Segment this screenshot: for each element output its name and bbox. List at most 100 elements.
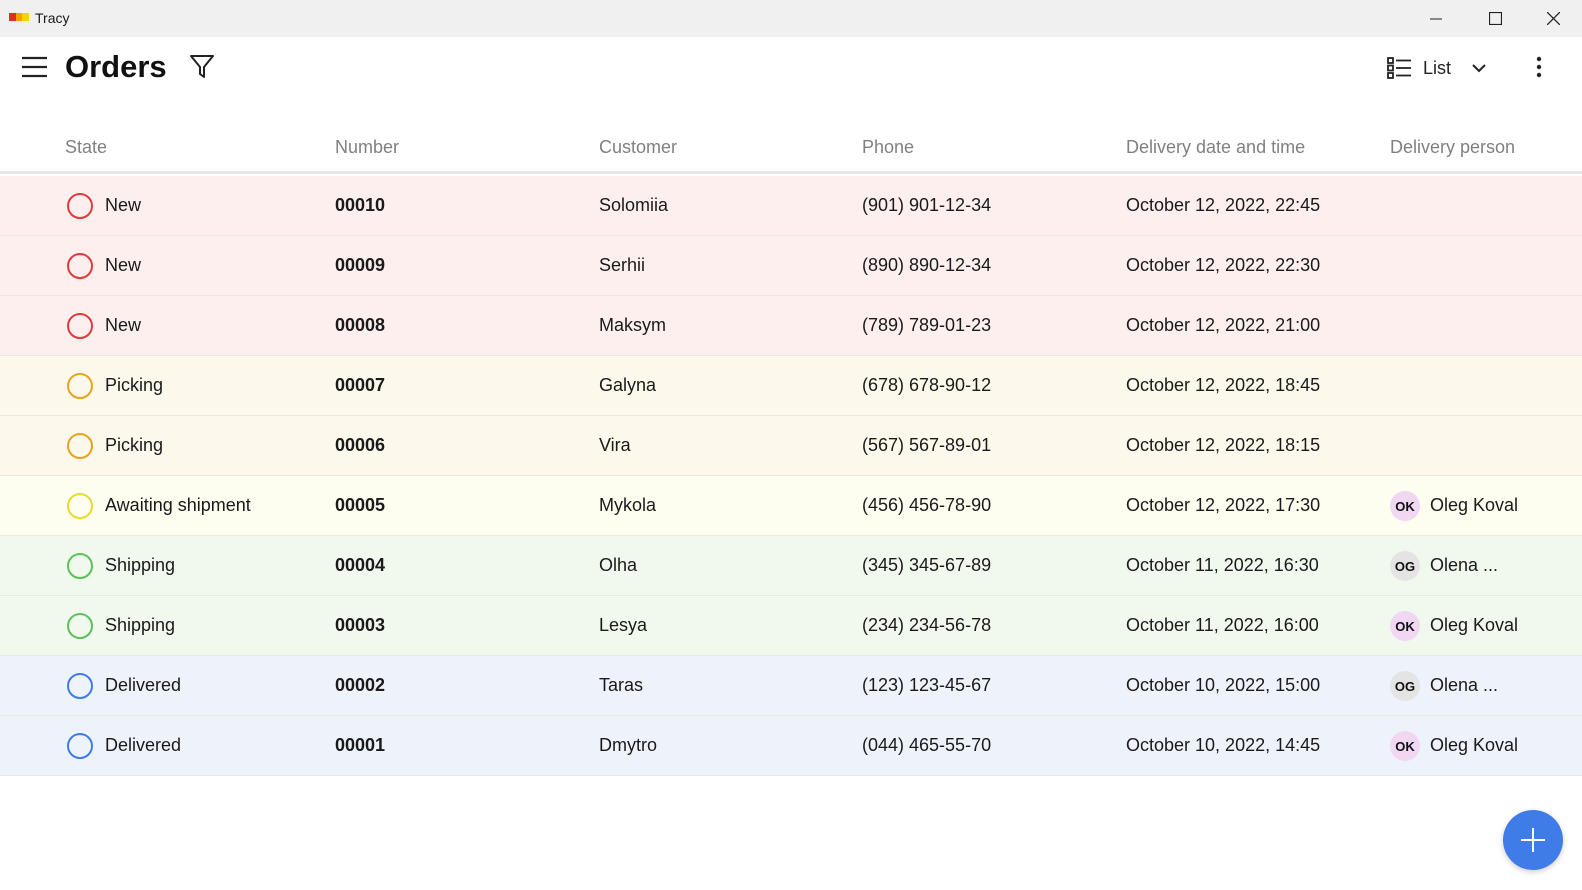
delivery-person-name: Olena ... xyxy=(1430,675,1499,695)
delivery-date: October 10, 2022, 14:45 xyxy=(1126,735,1321,755)
state-label: Shipping xyxy=(105,555,176,575)
table-row[interactable]: New 00010 Solomiia (901) 901-12-34 Octob… xyxy=(0,176,1582,236)
customer-name: Vira xyxy=(599,435,631,455)
delivery-date: October 10, 2022, 15:00 xyxy=(1126,675,1321,695)
list-view-icon xyxy=(1387,57,1411,79)
state-label: New xyxy=(105,255,142,275)
delivery-date: October 12, 2022, 18:15 xyxy=(1126,435,1321,455)
more-vertical-icon xyxy=(1536,56,1542,78)
delivery-date: October 11, 2022, 16:00 xyxy=(1126,615,1319,635)
maximize-button[interactable] xyxy=(1466,0,1524,37)
minimize-icon xyxy=(1430,18,1442,19)
order-number: 00010 xyxy=(335,195,386,215)
delivery-person-name: Oleg Koval xyxy=(1430,615,1519,635)
add-order-button[interactable] xyxy=(1503,810,1563,870)
column-header-customer[interactable]: Customer xyxy=(599,137,677,158)
column-header-delivery-person[interactable]: Delivery person xyxy=(1390,137,1515,158)
phone-number: (789) 789-01-23 xyxy=(862,315,992,335)
customer-name: Serhii xyxy=(599,255,646,275)
state-circle-icon xyxy=(67,613,93,639)
order-number: 00004 xyxy=(335,555,386,575)
delivery-date: October 12, 2022, 22:45 xyxy=(1126,195,1321,215)
state-label: Delivered xyxy=(105,735,182,755)
state-label: Picking xyxy=(105,375,164,395)
customer-name: Dmytro xyxy=(599,735,657,755)
table-row[interactable]: Shipping 00003 Lesya (234) 234-56-78 Oct… xyxy=(0,596,1582,656)
close-icon xyxy=(1546,12,1560,25)
state-circle-icon xyxy=(67,313,93,339)
avatar: OK xyxy=(1390,611,1420,641)
app-bar: Orders List xyxy=(0,37,1582,97)
state-circle-icon xyxy=(67,193,93,219)
window-titlebar: Tracy xyxy=(0,0,1582,37)
table-row[interactable]: Shipping 00004 Olha (345) 345-67-89 Octo… xyxy=(0,536,1582,596)
state-label: Awaiting shipment xyxy=(105,495,251,515)
state-label: New xyxy=(105,315,142,335)
table-row[interactable]: Delivered 00001 Dmytro (044) 465-55-70 O… xyxy=(0,716,1582,776)
avatar: OK xyxy=(1390,731,1420,761)
phone-number: (345) 345-67-89 xyxy=(862,555,992,575)
table-row[interactable]: New 00008 Maksym (789) 789-01-23 October… xyxy=(0,296,1582,356)
delivery-date: October 12, 2022, 22:30 xyxy=(1126,255,1321,275)
page-title: Orders xyxy=(65,49,167,84)
customer-name: Galyna xyxy=(599,375,657,395)
column-header-state[interactable]: State xyxy=(65,137,107,158)
delivery-date: October 12, 2022, 18:45 xyxy=(1126,375,1321,395)
delivery-date: October 12, 2022, 17:30 xyxy=(1126,495,1321,515)
order-number: 00006 xyxy=(335,435,386,455)
table-row[interactable]: Delivered 00002 Taras (123) 123-45-67 Oc… xyxy=(0,656,1582,716)
window-title: Tracy xyxy=(35,10,70,26)
state-circle-icon xyxy=(67,673,93,699)
menu-button[interactable] xyxy=(20,55,48,79)
plus-icon xyxy=(1521,828,1545,852)
customer-name: Maksym xyxy=(599,315,666,335)
view-mode-label: List xyxy=(1423,57,1452,78)
view-mode-dropdown[interactable]: List xyxy=(1387,53,1487,83)
state-circle-icon xyxy=(67,493,93,519)
table-row[interactable]: New 00009 Serhii (890) 890-12-34 October… xyxy=(0,236,1582,296)
avatar: OK xyxy=(1390,491,1420,521)
filter-button[interactable] xyxy=(189,53,215,81)
customer-name: Olha xyxy=(599,555,638,575)
order-number: 00005 xyxy=(335,495,386,515)
state-circle-icon xyxy=(67,373,93,399)
order-number: 00003 xyxy=(335,615,386,635)
chevron-down-icon xyxy=(1472,64,1486,73)
state-label: Delivered xyxy=(105,675,182,695)
hamburger-menu-icon xyxy=(22,56,47,78)
phone-number: (234) 234-56-78 xyxy=(862,615,992,635)
avatar: OG xyxy=(1390,671,1420,701)
table-row[interactable]: Picking 00007 Galyna (678) 678-90-12 Oct… xyxy=(0,356,1582,416)
phone-number: (456) 456-78-90 xyxy=(862,495,992,515)
customer-name: Lesya xyxy=(599,615,648,635)
state-circle-icon xyxy=(67,553,93,579)
column-header-phone[interactable]: Phone xyxy=(862,137,914,158)
column-header-number[interactable]: Number xyxy=(335,137,399,158)
more-options-button[interactable] xyxy=(1533,53,1545,81)
phone-number: (890) 890-12-34 xyxy=(862,255,992,275)
maximize-icon xyxy=(1488,12,1502,25)
avatar: OG xyxy=(1390,551,1420,581)
delivery-person-name: Olena ... xyxy=(1430,555,1499,575)
state-label: Shipping xyxy=(105,615,176,635)
close-button[interactable] xyxy=(1524,0,1582,37)
table-row[interactable]: Awaiting shipment 00005 Mykola (456) 456… xyxy=(0,476,1582,536)
state-label: Picking xyxy=(105,435,164,455)
state-label: New xyxy=(105,195,142,215)
phone-number: (678) 678-90-12 xyxy=(862,375,992,395)
app-logo-icon xyxy=(9,13,30,21)
table-row[interactable]: Picking 00006 Vira (567) 567-89-01 Octob… xyxy=(0,416,1582,476)
column-header-delivery-date[interactable]: Delivery date and time xyxy=(1126,137,1305,158)
phone-number: (123) 123-45-67 xyxy=(862,675,992,695)
delivery-person-name: Oleg Koval xyxy=(1430,495,1519,515)
phone-number: (901) 901-12-34 xyxy=(862,195,992,215)
minimize-button[interactable] xyxy=(1407,0,1465,37)
order-number: 00008 xyxy=(335,315,386,335)
table-header: State Number Customer Phone Delivery dat… xyxy=(0,126,1582,174)
orders-list: New 00010 Solomiia (901) 901-12-34 Octob… xyxy=(0,176,1582,776)
delivery-date: October 11, 2022, 16:30 xyxy=(1126,555,1319,575)
order-number: 00001 xyxy=(335,735,386,755)
order-number: 00007 xyxy=(335,375,386,395)
delivery-person-name: Oleg Koval xyxy=(1430,735,1519,755)
state-circle-icon xyxy=(67,253,93,279)
